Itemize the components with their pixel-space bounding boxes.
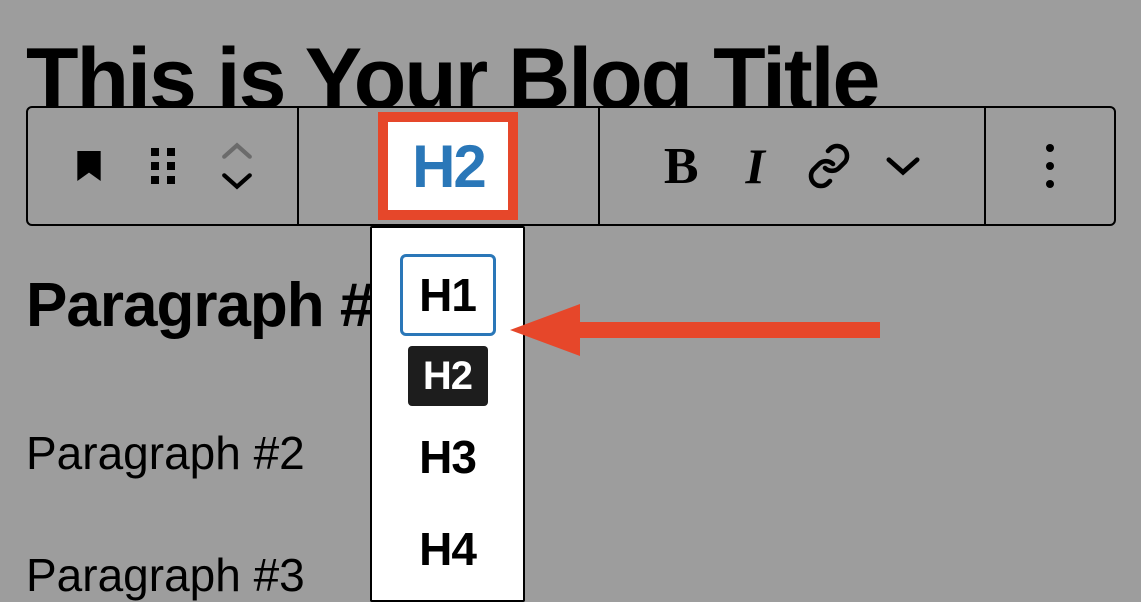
toolbar-group-block	[28, 108, 299, 224]
paragraph-block[interactable]: Paragraph #3	[26, 548, 305, 602]
align-center-icon[interactable]	[536, 138, 584, 194]
heading-block[interactable]: Paragraph #1	[26, 270, 407, 341]
align-left-icon[interactable]	[312, 138, 360, 194]
more-vertical-icon	[1046, 144, 1054, 188]
format-dropdown-button[interactable]	[875, 138, 931, 194]
block-mover[interactable]	[209, 138, 265, 194]
bold-button[interactable]: B	[653, 138, 709, 194]
heading-option-h1[interactable]: H1	[400, 254, 496, 336]
heading-level-label: H2	[412, 132, 485, 201]
heading-option-h3[interactable]: H3	[400, 416, 496, 498]
chevron-up-icon[interactable]	[220, 141, 254, 161]
chevron-down-icon[interactable]	[220, 171, 254, 191]
toolbar-group-heading: H2	[299, 108, 600, 224]
annotation-arrow	[510, 300, 880, 360]
heading-level-dropdown: H1 H2 H3 H4	[370, 226, 525, 602]
chevron-down-icon	[884, 155, 922, 177]
heading-option-h4[interactable]: H4	[400, 508, 496, 590]
toolbar-group-more	[986, 108, 1114, 224]
italic-button[interactable]: I	[727, 138, 783, 194]
paragraph-block[interactable]: Paragraph #2	[26, 426, 305, 480]
toolbar-group-format: B I	[600, 108, 987, 224]
heading-level-button[interactable]: H2	[378, 112, 518, 220]
bookmark-icon[interactable]	[61, 138, 117, 194]
link-icon	[805, 142, 853, 190]
block-toolbar: H2 B I	[26, 106, 1116, 226]
heading-option-h2[interactable]: H2	[408, 346, 488, 406]
drag-handle-icon[interactable]	[135, 138, 191, 194]
more-options-button[interactable]	[1022, 138, 1078, 194]
link-button[interactable]	[801, 138, 857, 194]
